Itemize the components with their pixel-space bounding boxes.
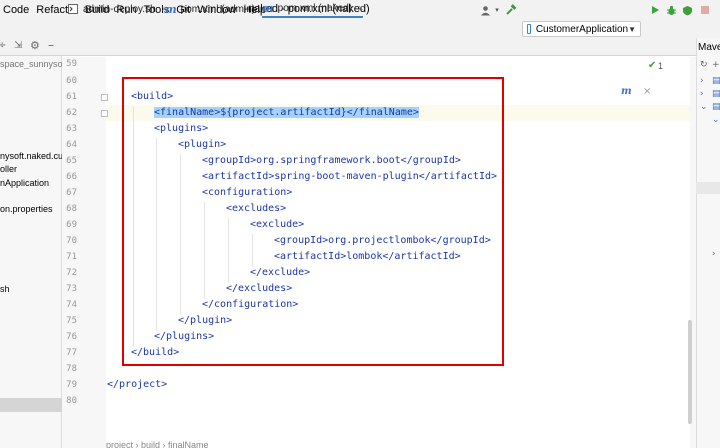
project-panel-header: ÷ ⇲ ⚙ – — [0, 38, 62, 56]
line-number: 60 — [66, 76, 77, 86]
line-number: 69 — [66, 220, 77, 230]
close-icon[interactable]: × — [358, 3, 363, 13]
tree-item[interactable]: space_sunnysoft — [0, 59, 62, 69]
tree-item[interactable]: on.properties — [0, 204, 62, 214]
chevron-down-icon[interactable]: ⌄ — [712, 115, 720, 125]
menu-code[interactable]: Code — [0, 4, 33, 16]
line-number: 73 — [66, 284, 77, 294]
line-number: 74 — [66, 300, 77, 310]
debug-icon[interactable] — [664, 3, 678, 17]
line-number: 79 — [66, 380, 77, 390]
line-number: 72 — [66, 268, 77, 278]
shell-script-icon — [68, 4, 78, 14]
line-number: 68 — [66, 204, 77, 214]
tab-pom-naked[interactable]: m pom.xml (naked) × — [262, 0, 364, 18]
line-number: 71 — [66, 252, 77, 262]
tab-pom-admin[interactable]: m pom.xml (admin) × — [165, 0, 266, 18]
maven-panel-title: Mave — [698, 42, 720, 53]
coverage-icon[interactable] — [680, 3, 694, 17]
maven-project-icon[interactable]: ▤ — [712, 89, 720, 99]
line-number: 67 — [66, 188, 77, 198]
run-icon[interactable] — [648, 3, 662, 17]
maven-project-icon[interactable]: ▤ — [712, 102, 720, 112]
line-number: 75 — [66, 316, 77, 326]
tab-label: pom.xml (admin) — [180, 3, 256, 15]
chevron-down-icon[interactable]: ▾ — [490, 3, 504, 17]
line-number: 59 — [66, 59, 77, 69]
maven-icon: m — [262, 1, 274, 15]
panel-divider — [696, 182, 720, 194]
maven-project-icon[interactable]: ▤ — [712, 76, 720, 86]
run-configuration-select[interactable]: CustomerApplication ▼ — [522, 21, 641, 37]
dropdown-arrow-icon: ▼ — [628, 24, 636, 34]
inspection-count: 1 — [658, 61, 664, 71]
fold-marker-icon[interactable] — [101, 94, 108, 101]
maven-tool-window — [696, 38, 720, 448]
tree-item[interactable]: oller — [0, 164, 62, 174]
stop-icon[interactable] — [698, 3, 712, 17]
tab-label: admin-deploy.sh — [83, 3, 156, 15]
app-config-icon — [527, 24, 531, 34]
tree-item[interactable]: nysoft.naked.cus — [0, 151, 62, 161]
tab-admin-deploy[interactable]: admin-deploy.sh × — [68, 0, 167, 18]
line-number: 65 — [66, 156, 77, 166]
refresh-icon[interactable]: ↻ — [700, 60, 708, 70]
maven-icon: m — [165, 2, 177, 16]
line-number: 61 — [66, 92, 77, 102]
line-number: 64 — [66, 140, 77, 150]
gear-icon[interactable]: ⚙ — [30, 39, 40, 52]
hide-panel-icon[interactable]: – — [48, 38, 54, 52]
highlight-annotation-box — [122, 77, 504, 366]
tree-item[interactable]: sh — [0, 284, 62, 294]
chevron-right-icon[interactable]: › — [700, 89, 704, 99]
build-hammer-icon[interactable] — [504, 3, 518, 17]
project-panel: ÷ ⇲ ⚙ – — [0, 38, 62, 448]
tab-label: pom.xml (naked) — [277, 2, 353, 14]
line-number: 78 — [66, 364, 77, 374]
tree-item[interactable]: nApplication — [0, 178, 62, 188]
scrollbar-thumb[interactable] — [688, 320, 692, 424]
fold-marker-icon[interactable] — [101, 110, 108, 117]
chevron-right-icon[interactable]: › — [712, 249, 716, 259]
selected-tree-row[interactable] — [0, 398, 62, 412]
line-number: 70 — [66, 236, 77, 246]
add-icon[interactable]: + — [712, 60, 720, 70]
close-icon[interactable]: × — [643, 86, 651, 97]
editor-tab-strip — [62, 38, 696, 56]
expand-all-icon[interactable]: ⇲ — [14, 40, 22, 51]
line-number: 63 — [66, 124, 77, 134]
code-line: </project> — [107, 379, 168, 390]
line-number: 77 — [66, 348, 77, 358]
chevron-down-icon[interactable]: ⌄ — [700, 102, 708, 112]
run-config-label: CustomerApplication — [535, 23, 629, 35]
line-number: 80 — [66, 396, 77, 406]
maven-reload-icon[interactable]: m — [621, 86, 632, 97]
collapse-icon[interactable]: ÷ — [0, 40, 6, 51]
line-number: 62 — [66, 108, 77, 118]
line-number: 76 — [66, 332, 77, 342]
line-number: 66 — [66, 172, 77, 182]
breadcrumb[interactable]: project › build › finalName — [106, 440, 209, 448]
chevron-right-icon[interactable]: › — [700, 76, 704, 86]
checkmark-icon[interactable]: ✔ — [648, 60, 656, 71]
